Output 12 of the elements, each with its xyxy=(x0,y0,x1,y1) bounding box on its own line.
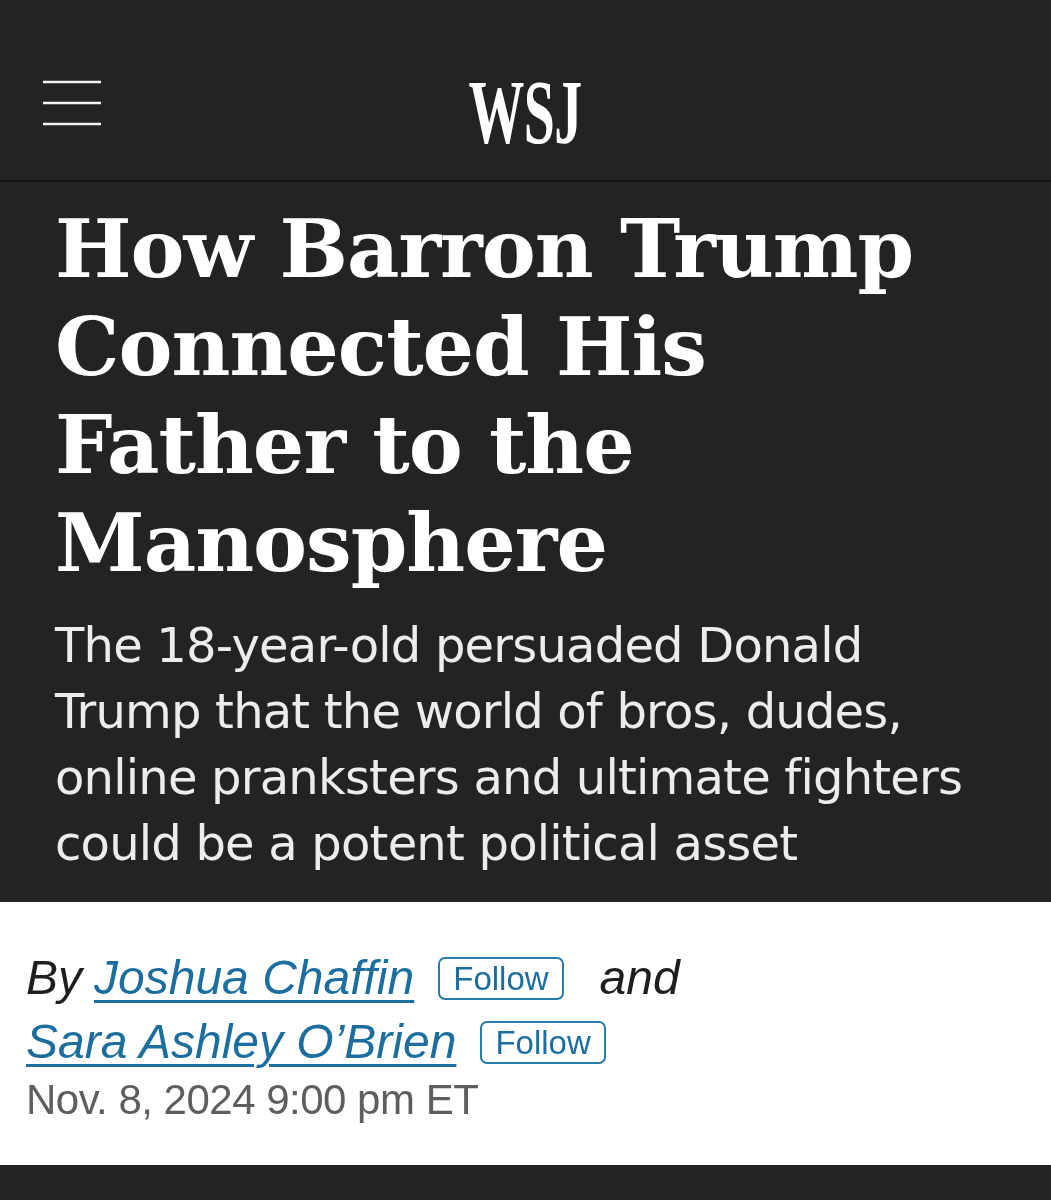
menu-icon xyxy=(43,80,101,126)
publish-timestamp: Nov. 8, 2024 9:00 pm ET xyxy=(26,1075,480,1125)
author-link[interactable]: Joshua Chaffin xyxy=(94,946,415,1010)
headline: How Barron Trump Connected His Father to the Manosphere xyxy=(55,200,915,592)
menu-button[interactable] xyxy=(43,80,101,126)
author-link[interactable]: Sara Ashley O’Brien xyxy=(26,1010,457,1074)
byline-prefix: By xyxy=(26,950,82,1006)
logo[interactable]: WSJ xyxy=(469,68,582,158)
byline-conjunction: and xyxy=(599,950,680,1006)
subheadline: The 18-year-old persuaded Donald Trump that the world of bros, dudes, online pranksters and ultimate fighters could be a potent political asset xyxy=(55,616,964,873)
follow-button[interactable]: Follow xyxy=(438,956,564,1000)
follow-button[interactable]: Follow xyxy=(480,1020,606,1064)
